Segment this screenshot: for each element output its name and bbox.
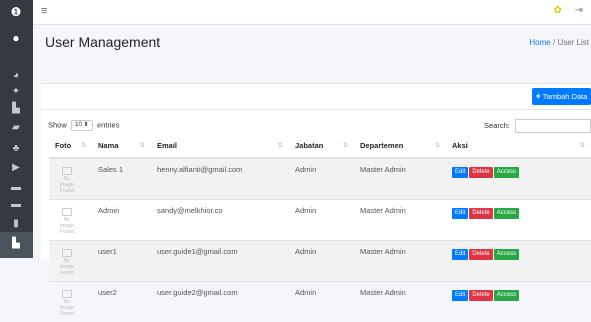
- menu-toggle-icon[interactable]: ≡: [41, 5, 47, 17]
- file-icon[interactable]: ▮: [10, 219, 22, 229]
- access-button[interactable]: Access: [494, 167, 519, 178]
- search-label: Search:: [484, 121, 510, 130]
- delete-button[interactable]: Delete: [469, 249, 492, 260]
- search-input[interactable]: [515, 119, 591, 133]
- col-header-jabatan[interactable]: Jabatan⇅: [289, 134, 354, 158]
- credit-card-icon[interactable]: ▬: [10, 183, 22, 193]
- access-button[interactable]: Access: [494, 290, 519, 301]
- cell-jabatan: Admin: [289, 241, 354, 282]
- cell-departemen: Master Admin: [354, 241, 446, 282]
- breadcrumb-separator: /: [553, 38, 555, 47]
- cell-email: sandy@melkhior.co: [151, 200, 289, 241]
- delete-button[interactable]: Delete: [469, 208, 492, 219]
- col-header-departemen[interactable]: Departemen⇅: [354, 134, 446, 158]
- show-label: Show: [48, 120, 67, 129]
- plus-icon: +: [536, 91, 541, 101]
- notification-icon[interactable]: ✿: [553, 5, 561, 16]
- image-placeholder-icon: [62, 167, 72, 175]
- image-placeholder-icon: [62, 208, 72, 216]
- content-wrapper: User Management Home / User List + Tamba…: [33, 25, 591, 258]
- cell-departemen: Master Admin: [354, 200, 446, 241]
- cell-actions: EditDeleteAccess: [446, 200, 591, 241]
- truck-icon[interactable]: ▶: [10, 163, 22, 173]
- folder-icon[interactable]: ▙: [10, 239, 22, 249]
- entries-select[interactable]: 10 ⬍: [71, 120, 93, 131]
- logout-icon[interactable]: ⇥: [575, 5, 583, 16]
- breadcrumb-current: User List: [557, 38, 589, 47]
- edit-button[interactable]: Edit: [452, 249, 468, 260]
- users-icon[interactable]: ♣: [10, 144, 22, 154]
- top-navbar: ≡ ✿ ⇥: [33, 0, 591, 25]
- user-photo: No Image Found: [59, 249, 75, 267]
- delete-button[interactable]: Delete: [469, 167, 492, 178]
- cell-jabatan: Admin: [289, 200, 354, 241]
- user-photo: No Image Found: [59, 208, 75, 226]
- user-table: Foto⇅ Nama⇅ Email⇅ Jabatan⇅ Departemen⇅ …: [49, 134, 591, 322]
- cell-departemen: Master Admin: [354, 282, 446, 322]
- sidebar: ❶ ● ◕ ✦ ▙ ▰ ♣ ▶ ▬ ▬ ▮ ▙: [0, 0, 33, 258]
- cell-actions: EditDeleteAccess: [446, 158, 591, 200]
- logo-icon[interactable]: ❶: [10, 6, 22, 16]
- delete-button[interactable]: Delete: [469, 290, 492, 301]
- cell-email: user.guide1@gmail.com: [151, 241, 289, 282]
- cell-nama: Admin: [92, 200, 151, 241]
- col-header-aksi[interactable]: Aksi⇅: [446, 134, 591, 158]
- table-header-row: Foto⇅ Nama⇅ Email⇅ Jabatan⇅ Departemen⇅ …: [49, 134, 591, 158]
- user-table-card: + Tambah Data Show 10 ⬍ entries Search: …: [41, 83, 591, 259]
- edit-button[interactable]: Edit: [452, 208, 468, 219]
- add-data-button[interactable]: + Tambah Data: [532, 88, 591, 105]
- cell-nama: Sales 1: [92, 158, 151, 200]
- edit-button[interactable]: Edit: [452, 167, 468, 178]
- navbar-right: ✿ ⇥: [553, 5, 583, 16]
- page-title: User Management: [45, 34, 160, 50]
- credit-card-icon[interactable]: ▬: [10, 200, 22, 210]
- entries-select-value: 10: [75, 122, 82, 128]
- entries-label: entries: [97, 120, 120, 129]
- table-row: No Image Found Sales 1 henny.alfianti@gm…: [49, 158, 591, 200]
- card-header: + Tambah Data: [41, 84, 591, 110]
- table-row: No Image Found Admin sandy@melkhior.co A…: [49, 200, 591, 241]
- cell-actions: EditDeleteAccess: [446, 241, 591, 282]
- cell-nama: user1: [92, 241, 151, 282]
- table-row: No Image Found user2 user.guide2@gmail.c…: [49, 282, 591, 322]
- cell-email: henny.alfianti@gmail.com: [151, 158, 289, 200]
- cell-jabatan: Admin: [289, 282, 354, 322]
- settings-icon[interactable]: ✦: [10, 87, 22, 97]
- entries-length-control: Show 10 ⬍ entries: [48, 120, 119, 131]
- user-photo: No Image Found: [59, 290, 75, 308]
- cell-email: user.guide2@gmail.com: [151, 282, 289, 322]
- access-button[interactable]: Access: [494, 208, 519, 219]
- cell-departemen: Master Admin: [354, 158, 446, 200]
- table-row: No Image Found user1 user.guide1@gmail.c…: [49, 241, 591, 282]
- cell-jabatan: Admin: [289, 158, 354, 200]
- add-data-label: Tambah Data: [543, 92, 588, 101]
- table-search: Search:: [484, 119, 591, 133]
- access-button[interactable]: Access: [494, 249, 519, 260]
- col-header-nama[interactable]: Nama⇅: [92, 134, 151, 158]
- tag-icon[interactable]: ▰: [10, 123, 22, 133]
- image-placeholder-icon: [62, 290, 72, 298]
- dashboard-icon[interactable]: ◕: [10, 71, 22, 81]
- user-photo: No Image Found: [59, 167, 75, 185]
- image-placeholder-icon: [62, 249, 72, 257]
- col-header-foto[interactable]: Foto⇅: [49, 134, 92, 158]
- cell-nama: user2: [92, 282, 151, 322]
- breadcrumb: Home / User List: [529, 38, 589, 47]
- edit-button[interactable]: Edit: [452, 290, 468, 301]
- user-avatar-icon[interactable]: ●: [10, 32, 22, 42]
- folder-icon[interactable]: ▙: [10, 104, 22, 114]
- cell-actions: EditDeleteAccess: [446, 282, 591, 322]
- breadcrumb-home[interactable]: Home: [529, 38, 550, 47]
- col-header-email[interactable]: Email⇅: [151, 134, 289, 158]
